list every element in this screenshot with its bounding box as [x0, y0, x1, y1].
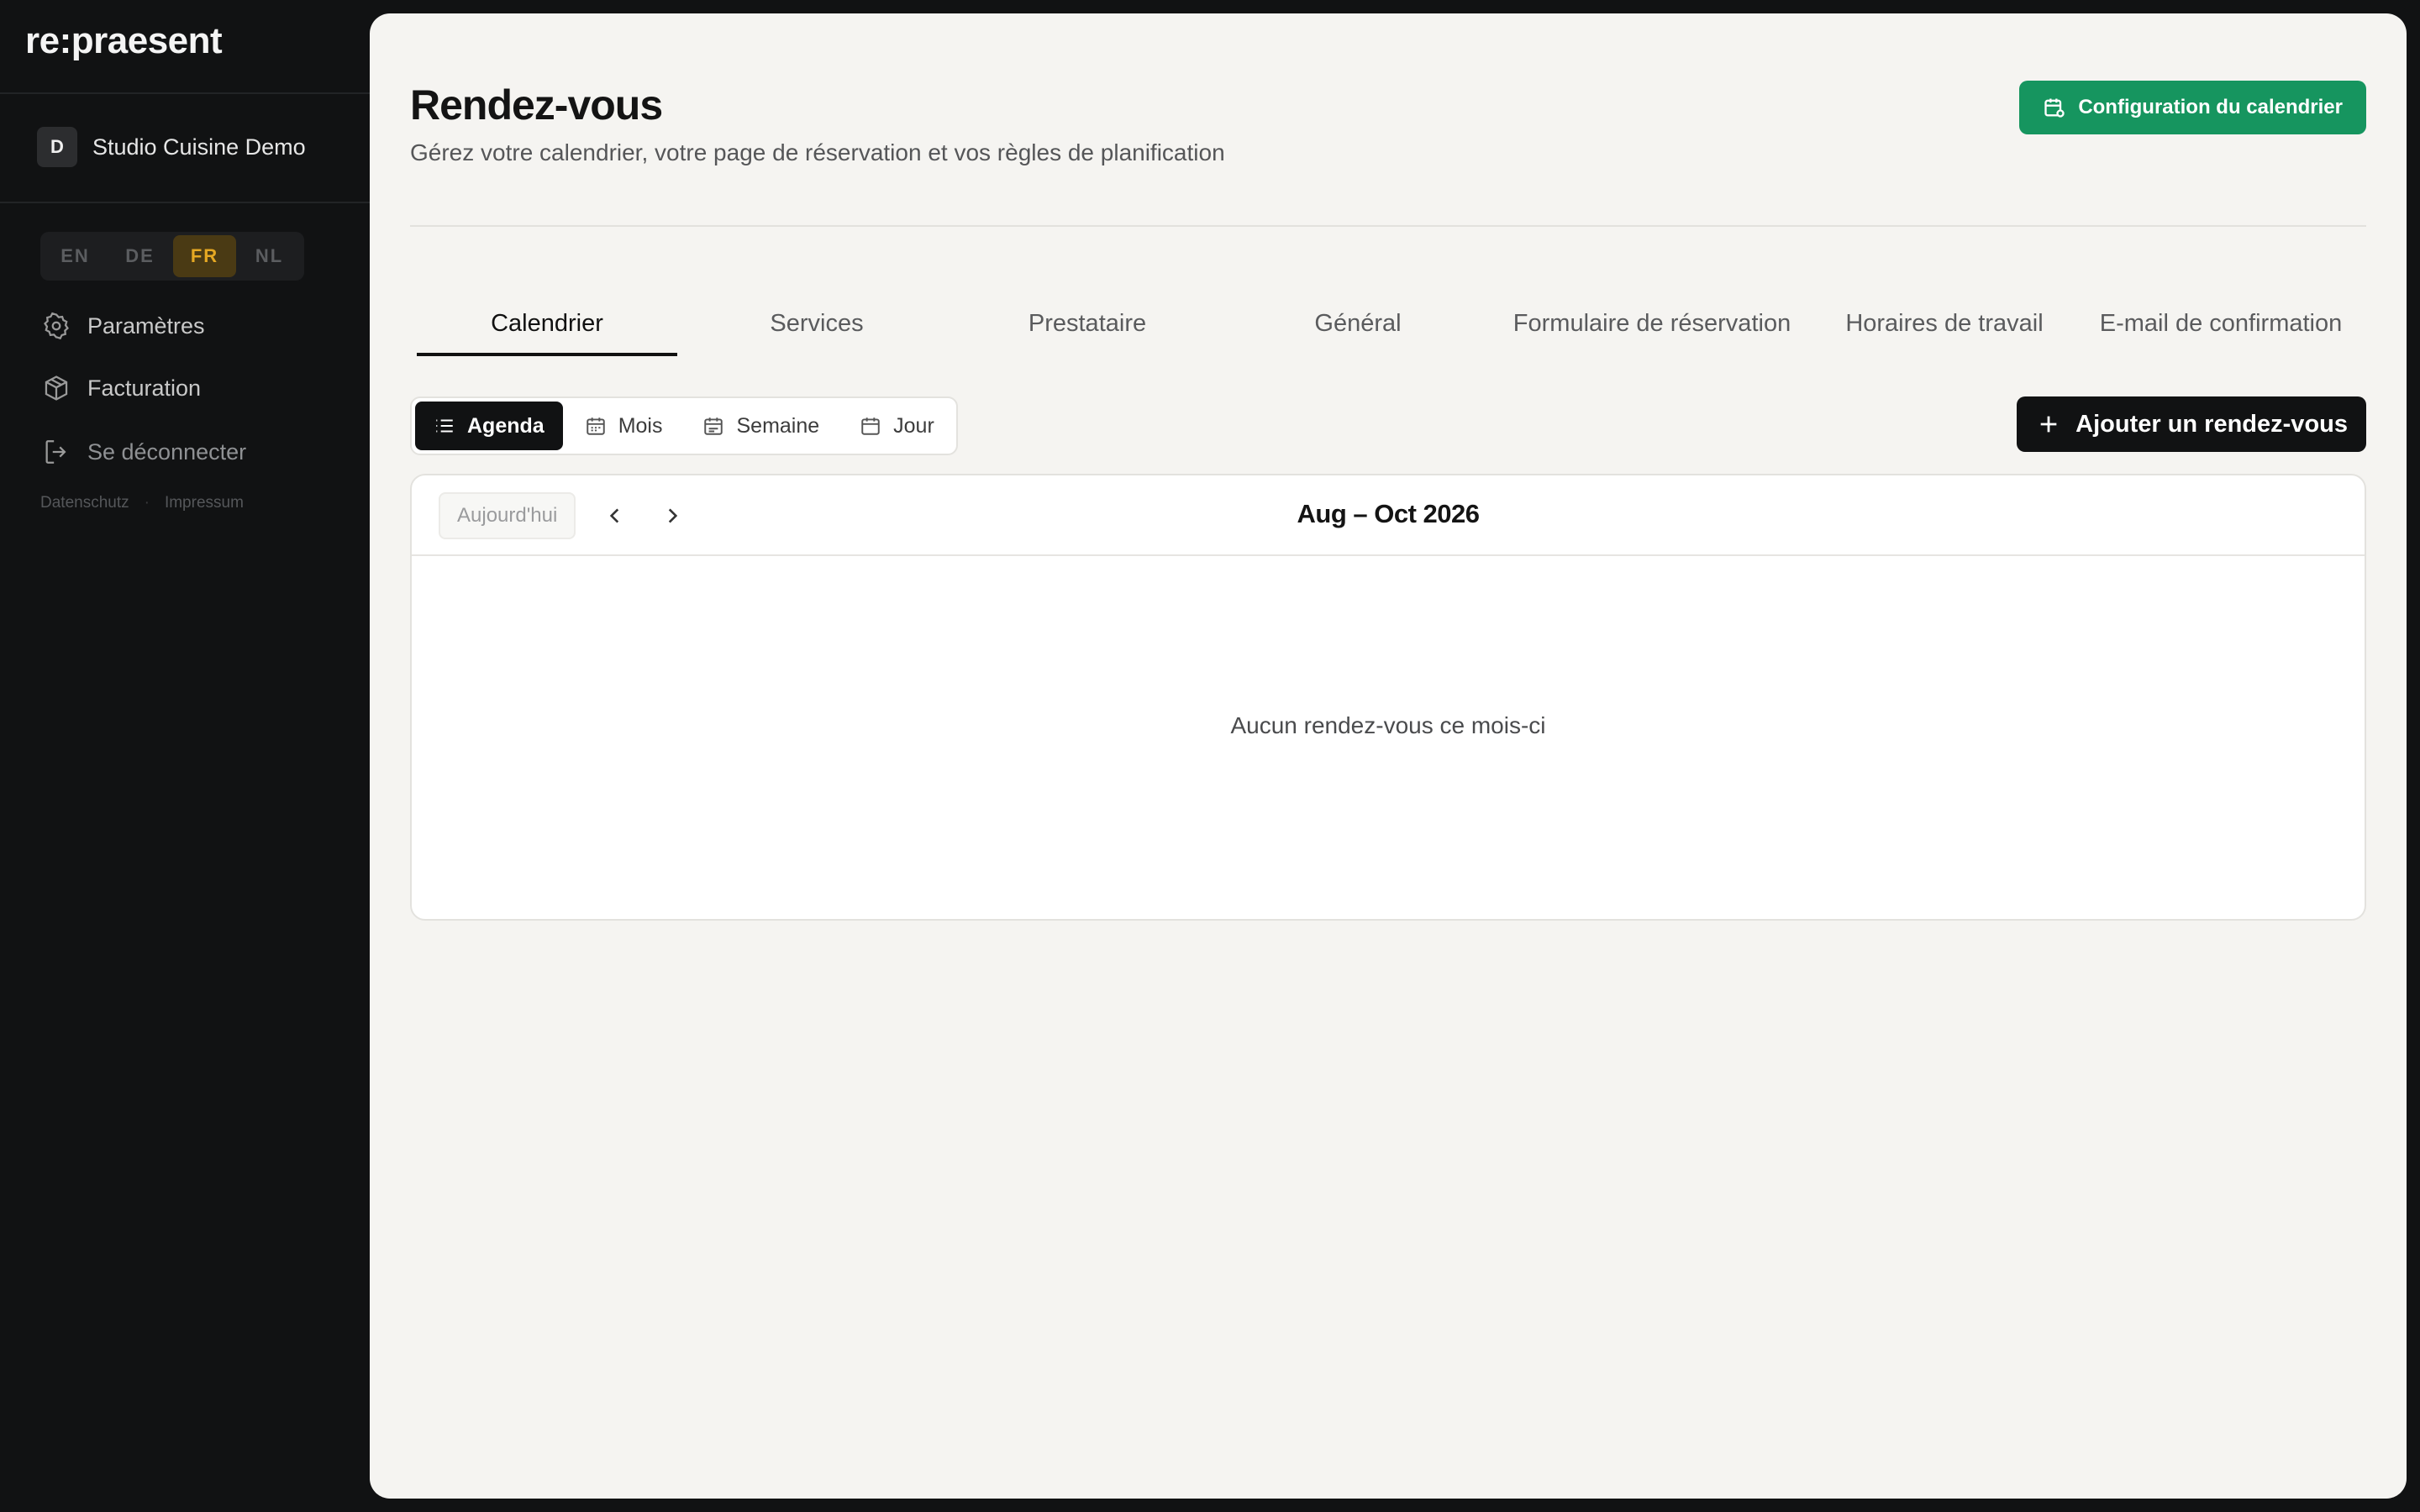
imprint-link[interactable]: Impressum — [165, 494, 244, 512]
next-button[interactable] — [655, 499, 689, 533]
sidebar-item-logout[interactable]: Se déconnecter — [42, 433, 246, 470]
tab-bar: Calendrier Services Prestataire Général … — [417, 291, 2360, 356]
add-appointment-button[interactable]: Ajouter un rendez-vous — [2017, 396, 2366, 452]
calendar-day-icon — [861, 417, 880, 435]
sidebar-item-label: Paramètres — [87, 312, 205, 339]
plus-icon — [2040, 416, 2057, 433]
sidebar-divider — [0, 92, 370, 94]
calendar-card: Aug – Oct 2026 Aujourd'hui Aucun rendez-… — [410, 474, 2366, 921]
empty-state-message: Aucun rendez-vous ce mois-ci — [1230, 712, 1546, 738]
list-icon — [436, 419, 453, 433]
view-label: Agenda — [467, 413, 544, 438]
view-month-button[interactable]: Mois — [566, 402, 681, 450]
tab-services[interactable]: Services — [677, 291, 956, 356]
today-button[interactable]: Aujourd'hui — [439, 492, 576, 539]
view-day-button[interactable]: Jour — [841, 402, 953, 450]
add-button-label: Ajouter un rendez-vous — [2075, 410, 2348, 438]
previous-button[interactable] — [598, 499, 632, 533]
view-agenda-button[interactable]: Agenda — [415, 402, 563, 450]
view-label: Semaine — [736, 413, 820, 438]
view-week-button[interactable]: Semaine — [684, 402, 838, 450]
sidebar-item-label: Se déconnecter — [87, 438, 247, 465]
main-panel: Rendez-vous Gérez votre calendrier, votr… — [370, 13, 2407, 1499]
view-switcher: Agenda Mois Semaine Jour — [410, 396, 958, 455]
lang-nl[interactable]: NL — [238, 235, 301, 277]
calendar-icon — [586, 417, 605, 435]
config-button-label: Configuration du calendrier — [2078, 96, 2343, 118]
lang-fr[interactable]: FR — [173, 235, 236, 277]
tab-calendar[interactable]: Calendrier — [417, 291, 677, 356]
view-label: Jour — [893, 413, 934, 438]
gear-icon — [44, 312, 69, 340]
tab-working-hours[interactable]: Horaires de travail — [1807, 291, 2082, 356]
sidebar: re:praesent D Studio Cuisine Demo EN DE … — [0, 0, 370, 1512]
header-divider — [410, 225, 2366, 227]
calendar-week-icon — [704, 417, 723, 435]
calendar-settings-icon — [2044, 98, 2065, 118]
chevron-left-icon — [609, 508, 619, 523]
sidebar-item-settings[interactable]: Paramètres — [42, 307, 205, 344]
tab-confirmation-email[interactable]: E-mail de confirmation — [2082, 291, 2360, 356]
tab-provider[interactable]: Prestataire — [956, 291, 1218, 356]
sidebar-item-billing[interactable]: Facturation — [42, 370, 201, 407]
org-name: Studio Cuisine Demo — [92, 134, 306, 160]
logout-icon — [45, 440, 66, 464]
language-switcher: EN DE FR NL — [40, 232, 304, 281]
page-subtitle: Gérez votre calendrier, votre page de ré… — [410, 139, 1225, 165]
sidebar-divider — [0, 202, 370, 203]
sidebar-item-label: Facturation — [87, 375, 202, 401]
privacy-link[interactable]: Datenschutz — [40, 494, 129, 512]
calendar-header: Aug – Oct 2026 Aujourd'hui — [412, 475, 2365, 556]
box-icon — [45, 375, 68, 401]
chevron-right-icon — [668, 508, 678, 523]
legal-separator: · — [144, 494, 150, 512]
page-title: Rendez-vous — [410, 81, 663, 129]
tab-booking-form[interactable]: Formulaire de réservation — [1497, 291, 1807, 356]
lang-de[interactable]: DE — [108, 235, 171, 277]
legal-links: Datenschutz · Impressum — [40, 494, 244, 512]
organization-switcher[interactable]: D Studio Cuisine Demo — [37, 126, 306, 168]
org-avatar: D — [37, 127, 77, 167]
tab-general[interactable]: Général — [1218, 291, 1497, 356]
brand-logo[interactable]: re:praesent — [25, 20, 223, 62]
lang-en[interactable]: EN — [44, 235, 107, 277]
view-label: Mois — [618, 413, 663, 438]
calendar-config-button[interactable]: Configuration du calendrier — [2019, 81, 2366, 134]
calendar-range-label: Aug – Oct 2026 — [1297, 499, 1480, 528]
